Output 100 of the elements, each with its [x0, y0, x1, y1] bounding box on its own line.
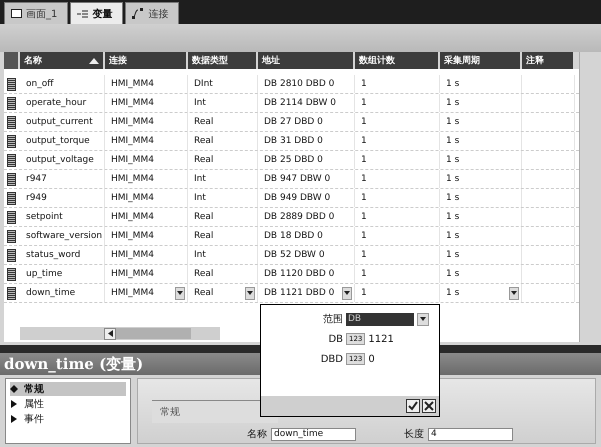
table-cell: DB 947 DBW 0 [258, 170, 355, 188]
screen-icon [11, 9, 22, 18]
row-marker-icon[interactable] [7, 96, 16, 110]
tab[interactable]: 连接 [125, 2, 180, 24]
table-cell: 1 s [440, 132, 522, 150]
table-cell: down_time [20, 284, 105, 302]
table-cell: 1 [355, 227, 440, 245]
row-marker-icon[interactable] [7, 268, 16, 280]
row-marker-icon[interactable] [7, 192, 16, 204]
close-icon [424, 401, 434, 411]
table-cell: 1 s [440, 189, 522, 207]
dropdown-button[interactable] [417, 312, 429, 326]
row-marker-icon[interactable] [7, 116, 16, 128]
row-marker-icon[interactable] [7, 134, 16, 148]
table-cell: operate_hour [20, 94, 105, 112]
nav-item[interactable]: 属性 [10, 397, 126, 411]
table-cell: HMI_MM4 [105, 151, 188, 169]
dropdown-button[interactable] [509, 286, 519, 300]
cancel-button[interactable] [422, 399, 436, 413]
column-header[interactable]: 注释 [522, 52, 573, 69]
field-label: DB [327, 334, 343, 344]
name-field[interactable]: down_time [271, 428, 356, 440]
table-cell: output_voltage [20, 151, 105, 169]
table-cell: DB 949 DBW 0 [258, 189, 355, 207]
table-cell: 1 [355, 151, 440, 169]
table-cell: HMI_MM4 [105, 208, 188, 226]
field-value[interactable]: 0 [368, 354, 375, 364]
table-cell: HMI_MM4 [105, 75, 188, 93]
table-cell: 1 [355, 132, 440, 150]
table-cell: r949 [20, 189, 105, 207]
dropdown-button[interactable] [342, 286, 352, 300]
table-cell: 1 s [440, 246, 522, 264]
table-cell: up_time [20, 265, 105, 283]
column-header[interactable]: 名称 [20, 52, 103, 69]
table-cell: 1 s [440, 170, 522, 188]
row-marker-icon[interactable] [7, 230, 16, 242]
table-cell: 1 [355, 189, 440, 207]
table-cell: Real [194, 288, 214, 298]
table-cell: 1 [355, 170, 440, 188]
row-marker-icon[interactable] [7, 154, 16, 166]
tab[interactable]: 变量 [70, 2, 124, 24]
table-cell: 1 [355, 94, 440, 112]
table-cell: DB 27 DBD 0 [258, 113, 355, 131]
caret-icon [344, 291, 350, 295]
table-cell: HMI_MM4 [105, 246, 188, 264]
table-cell: software_version [20, 227, 105, 245]
dropdown-button[interactable] [245, 286, 255, 300]
table-cell: DB 25 DBD 0 [258, 151, 355, 169]
table-cell: on_off [20, 75, 105, 93]
row-marker-icon[interactable] [7, 172, 16, 186]
table-cell: Real [188, 265, 258, 283]
table-cell: 1 s [440, 94, 522, 112]
table-cell: HMI_MM4 [105, 94, 188, 112]
table-cell: output_current [20, 113, 105, 131]
column-header[interactable]: 连接 [105, 52, 186, 69]
row-marker-icon[interactable] [7, 210, 16, 224]
table-cell: HMI_MM4 [105, 132, 188, 150]
column-header[interactable]: 数组计数 [355, 52, 438, 69]
row-marker-icon[interactable] [7, 78, 16, 90]
table-cell: status_word [20, 246, 105, 264]
dropdown-button[interactable] [175, 286, 185, 300]
table-cell: Int [188, 170, 258, 188]
column-header[interactable]: 采集周期 [440, 52, 520, 69]
table-cell: setpoint [20, 208, 105, 226]
range-dropdown[interactable]: DB [346, 312, 414, 326]
table-cell: 1 [355, 284, 440, 302]
length-label: 长度 [404, 428, 424, 441]
table-cell: 1 s [440, 113, 522, 131]
row-marker-icon[interactable] [7, 286, 16, 300]
table-cell: Real [188, 227, 258, 245]
nav-item[interactable]: 常规 [10, 382, 126, 396]
table-cell: 1 s [440, 265, 522, 283]
table-cell: DB 31 DBD 0 [258, 132, 355, 150]
table-cell: DB 2114 DBW 0 [258, 94, 355, 112]
table-cell: Real [188, 208, 258, 226]
checkmark-icon [408, 401, 418, 411]
row-marker-icon[interactable] [7, 248, 16, 262]
column-header[interactable]: 数据类型 [188, 52, 256, 69]
tab[interactable]: 画面_1 [4, 2, 68, 24]
table-cell: DB 2810 DBD 0 [258, 75, 355, 93]
connection-icon [132, 8, 144, 19]
nav-item[interactable]: 事件 [10, 412, 126, 426]
header-corner [4, 52, 18, 69]
tag-list-icon [77, 10, 88, 18]
table-cell: 1 s [440, 208, 522, 226]
table-cell: HMI_MM4 [105, 189, 188, 207]
field-value[interactable]: 1121 [368, 334, 394, 344]
column-header[interactable]: 地址 [258, 52, 353, 69]
table-cell: 1 [355, 208, 440, 226]
table-cell: r947 [20, 170, 105, 188]
table-cell: Real [188, 113, 258, 131]
range-label: 范围 [322, 312, 343, 326]
scroll-left-icon [108, 330, 112, 337]
length-field[interactable]: 4 [428, 428, 513, 440]
horizontal-scrollbar[interactable] [20, 327, 220, 340]
table-cell: HMI_MM4 [105, 265, 188, 283]
confirm-button[interactable] [406, 399, 420, 413]
table-cell: Int [188, 94, 258, 112]
table-cell: output_torque [20, 132, 105, 150]
table-cell: 1 s [446, 288, 460, 298]
